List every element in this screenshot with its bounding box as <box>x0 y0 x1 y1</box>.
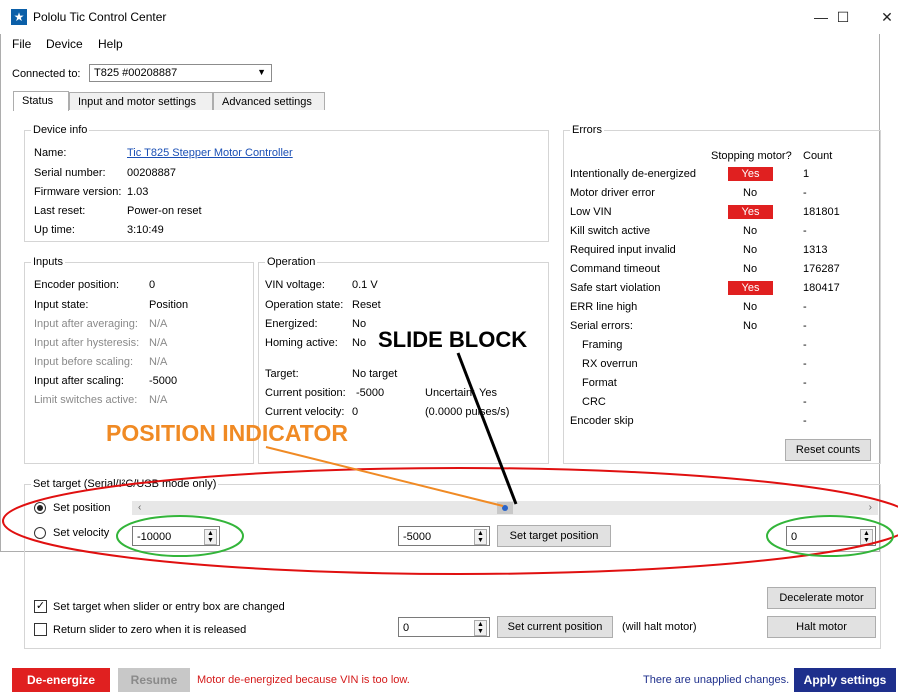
slide-block-annotation: SLIDE BLOCK <box>378 327 528 352</box>
slide-block-arrow <box>456 352 518 505</box>
green-ellipse-right <box>766 515 894 557</box>
position-indicator-annotation: POSITION INDICATOR <box>106 420 348 446</box>
position-indicator-arrow <box>265 446 504 507</box>
green-ellipse-left <box>116 515 244 557</box>
